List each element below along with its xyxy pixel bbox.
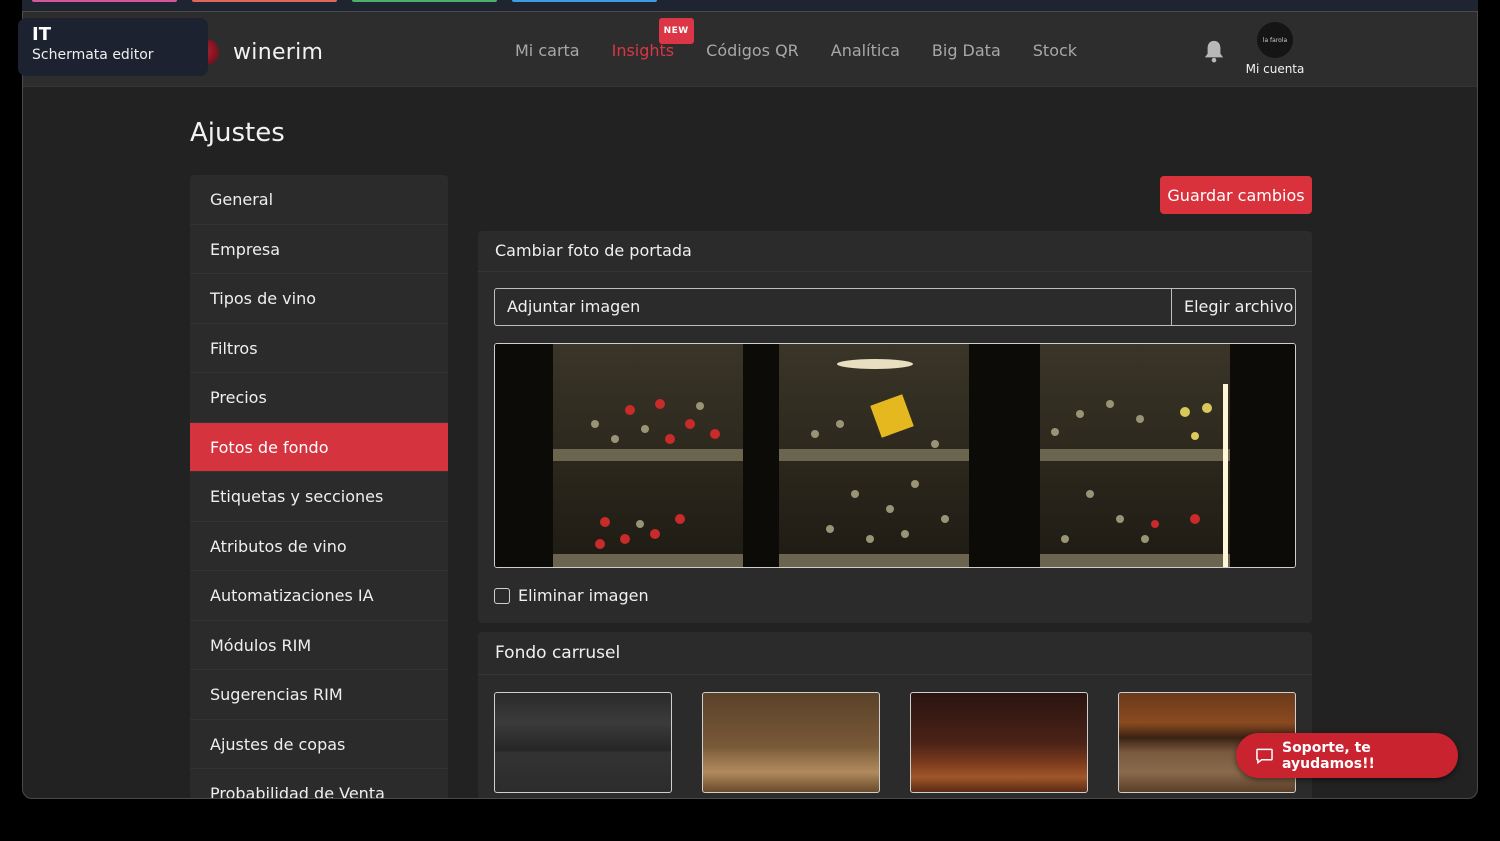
choose-file-button[interactable]: Elegir archivo [1171,289,1295,325]
nav-stock[interactable]: Stock [1033,40,1077,62]
language-code: IT [32,24,51,45]
chat-icon [1256,748,1273,764]
carousel-card-title: Fondo carrusel [478,632,1312,675]
cover-card-title: Cambiar foto de portada [478,231,1312,272]
cover-image-preview [494,343,1296,568]
carousel-card: Fondo carrusel [478,632,1312,798]
nav-mi-carta[interactable]: Mi carta [515,40,580,62]
new-badge: NEW [658,18,694,44]
account-menu[interactable]: la farola Mi cuenta [1235,22,1315,76]
carousel-thumbnails [494,692,1296,793]
remove-image-checkbox[interactable] [494,587,510,604]
sidebar-item-precios[interactable]: Precios [190,373,448,423]
sidebar-item-general[interactable]: General [190,175,448,225]
screen: IT Schermata editor winerim Mi carta NEW… [0,0,1500,841]
sidebar-item-probabilidad[interactable]: Probabilidad de Venta [190,769,448,798]
carousel-option-wood[interactable] [702,692,880,793]
file-upload[interactable]: Adjuntar imagen Elegir archivo [494,288,1296,326]
nav-big-data[interactable]: Big Data [932,40,1001,62]
sidebar-item-empresa[interactable]: Empresa [190,225,448,274]
account-label: Mi cuenta [1245,62,1305,76]
brand-name: winerim [233,39,324,65]
sidebar-item-filtros[interactable]: Filtros [190,324,448,373]
support-label: Soporte, te ayudamos!! [1281,739,1375,772]
save-button[interactable]: Guardar cambios [1160,176,1312,214]
carousel-option-dark-wood[interactable] [910,692,1088,793]
remove-image-row[interactable]: Eliminar imagen [494,586,649,605]
nav-codigos-qr[interactable]: Códigos QR [706,40,799,62]
sidebar-item-modulos-rim[interactable]: Módulos RIM [190,621,448,670]
sidebar-item-sugerencias-rim[interactable]: Sugerencias RIM [190,670,448,720]
avatar: la farola [1257,22,1293,58]
top-navbar: winerim Mi carta NEW Insights Códigos QR… [23,12,1477,87]
carousel-option-gray[interactable] [494,692,672,793]
sidebar-item-atributos[interactable]: Atributos de vino [190,522,448,571]
tab-indicator [192,0,337,2]
tab-indicator [512,0,657,2]
overlay-subtitle: Schermata editor [32,47,154,63]
cover-photo-card: Cambiar foto de portada Adjuntar imagen … [478,231,1312,623]
tab-indicator [32,0,177,2]
language-overlay: IT Schermata editor [18,18,208,76]
settings-sidebar: General Empresa Tipos de vino Filtros Pr… [190,175,448,798]
app-window: winerim Mi carta NEW Insights Códigos QR… [22,11,1478,799]
brand[interactable]: winerim [193,37,323,67]
sidebar-item-fotos-de-fondo[interactable]: Fotos de fondo [190,422,448,472]
nav-analitica[interactable]: Analítica [831,40,900,62]
sidebar-item-automatizaciones[interactable]: Automatizaciones IA [190,571,448,621]
sidebar-item-ajustes-copas[interactable]: Ajustes de copas [190,720,448,769]
sidebar-item-etiquetas[interactable]: Etiquetas y secciones [190,472,448,522]
tab-indicator [352,0,497,2]
wine-cellar-image [495,344,1295,567]
nav-insights[interactable]: NEW Insights [612,18,694,62]
upload-placeholder[interactable]: Adjuntar imagen [495,289,1171,325]
support-button[interactable]: Soporte, te ayudamos!! [1236,733,1458,778]
remove-image-label: Eliminar imagen [518,586,649,605]
bell-icon[interactable] [1203,39,1225,63]
page-title: Ajustes [190,118,285,148]
sidebar-item-tipos-de-vino[interactable]: Tipos de vino [190,274,448,324]
main-menu: Mi carta NEW Insights Códigos QR Analíti… [515,18,1109,62]
